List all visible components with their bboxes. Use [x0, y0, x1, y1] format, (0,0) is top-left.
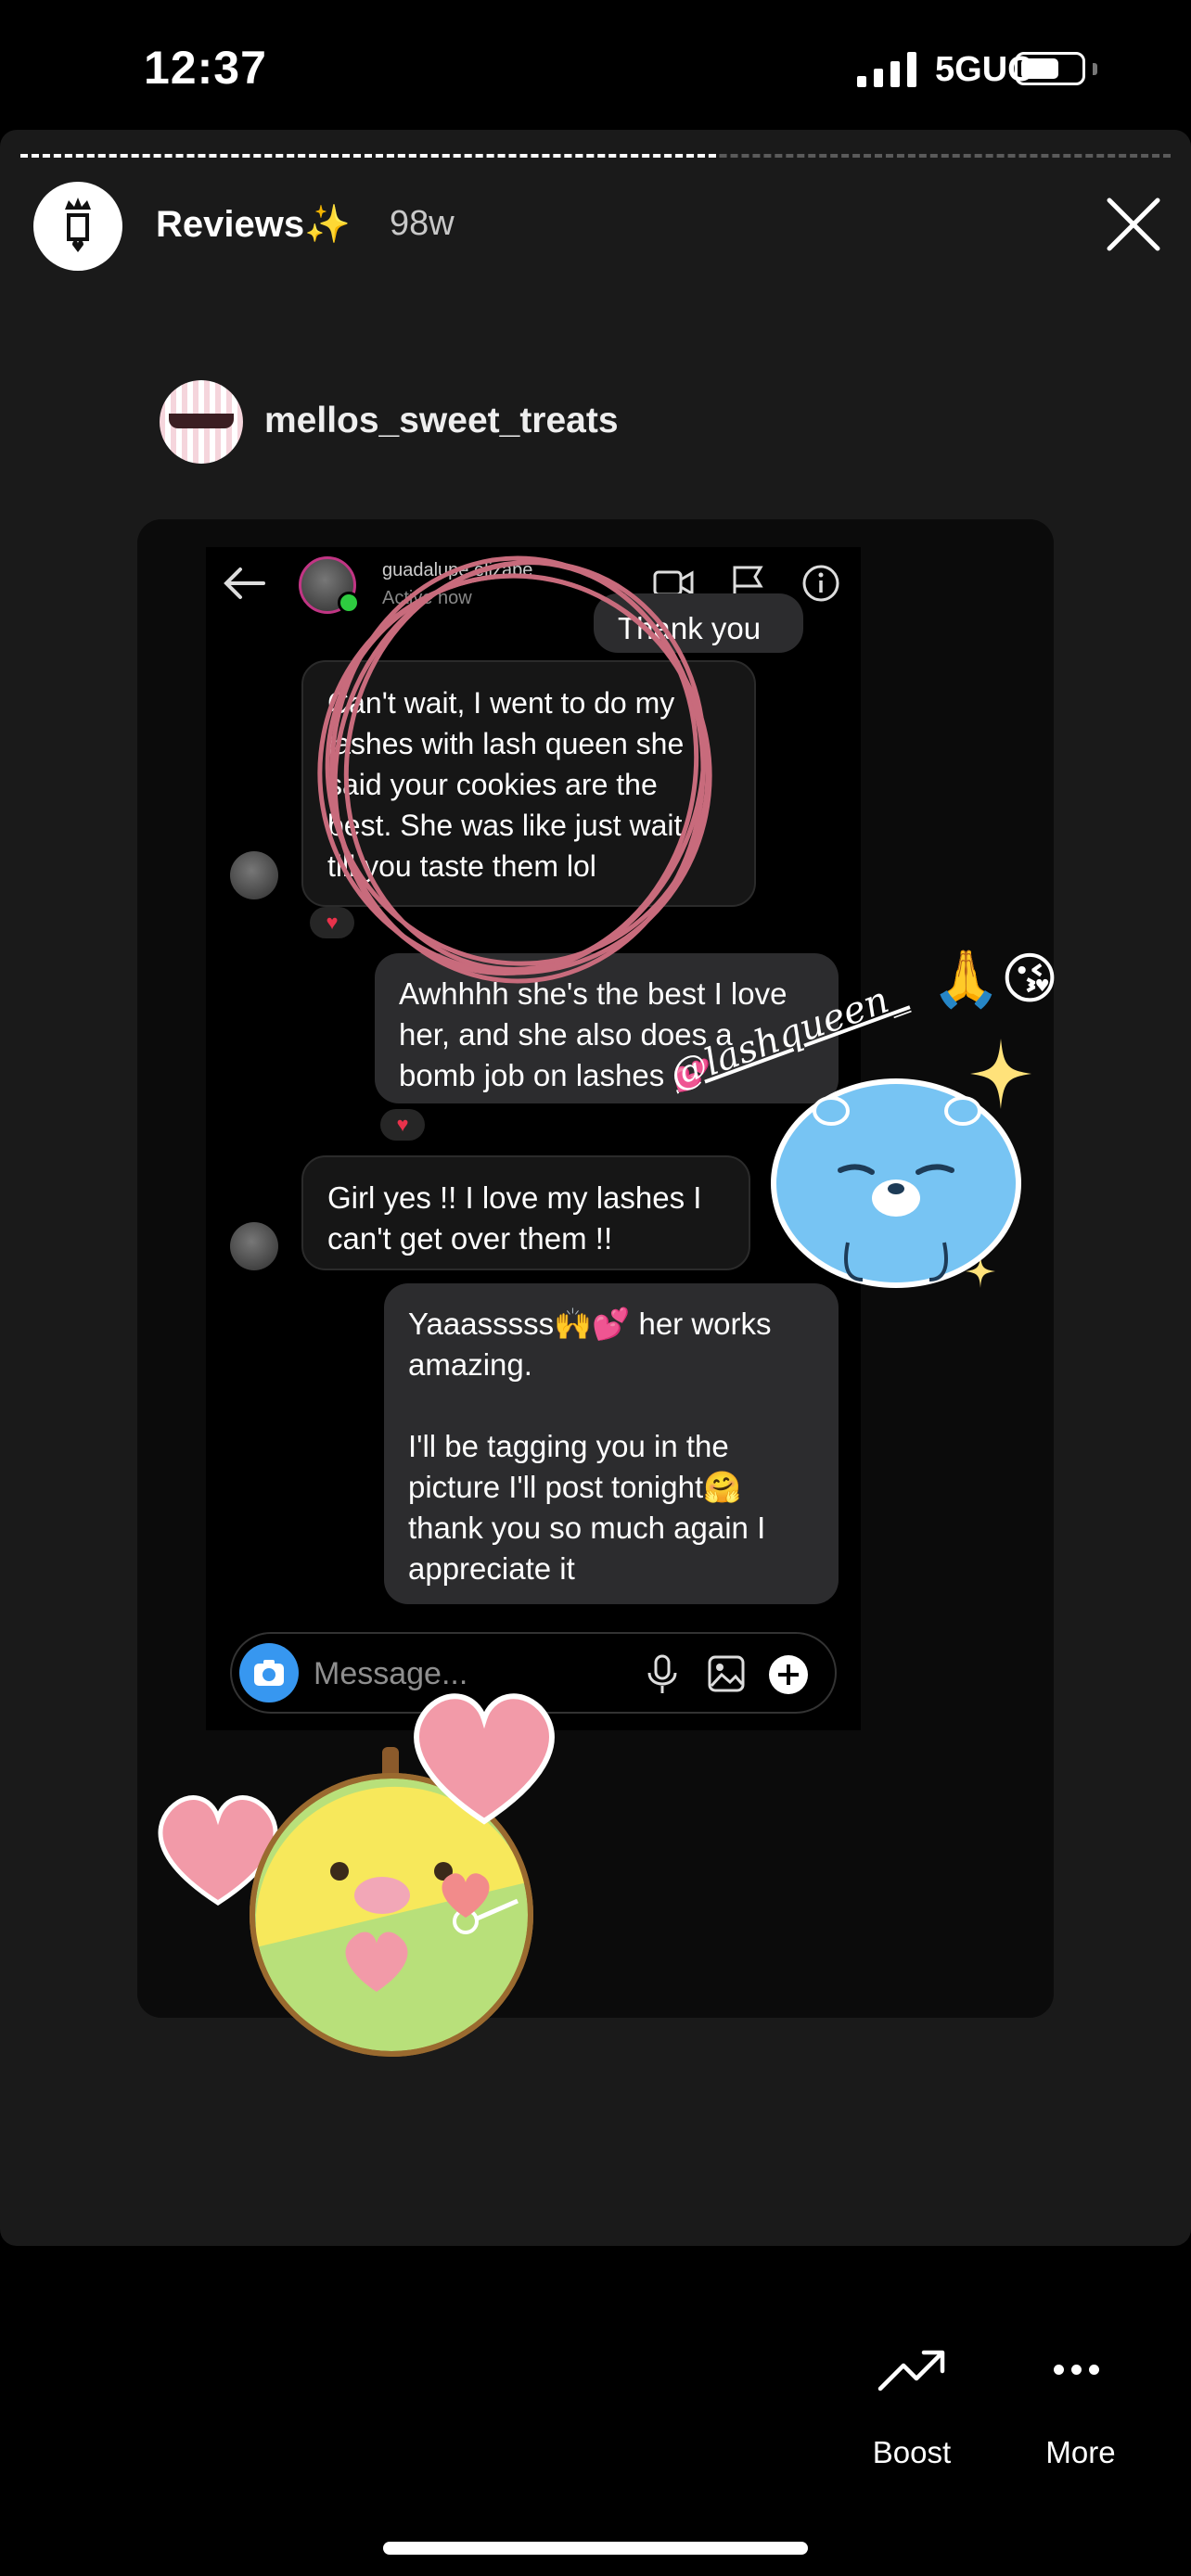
- microphone-icon: [644, 1652, 681, 1700]
- status-time: 12:37: [144, 42, 267, 94]
- gallery-icon: [707, 1654, 746, 1698]
- blue-seal-sticker: [766, 1074, 1026, 1294]
- highlight-avatar[interactable]: [33, 182, 122, 271]
- contact-mini-avatar: [230, 1222, 278, 1270]
- camera-icon: [239, 1643, 299, 1702]
- heart-icon: [436, 1866, 495, 1926]
- scribble-circle-icon: [278, 538, 761, 1006]
- contact-mini-avatar: [230, 851, 278, 899]
- story-age: 98w: [390, 204, 455, 243]
- emoji-sticker: 🙏😘: [931, 948, 1059, 1010]
- more-button[interactable]: More: [1030, 2435, 1132, 2470]
- heart-reaction-icon: ♥: [380, 1109, 425, 1141]
- boost-icon[interactable]: [877, 2348, 948, 2394]
- plus-circle-icon: [768, 1654, 809, 1700]
- boost-button[interactable]: Boost: [835, 2435, 989, 2470]
- lash-queen-logo-icon: [65, 198, 91, 252]
- close-icon[interactable]: [1104, 195, 1163, 254]
- more-icon[interactable]: [1054, 2365, 1100, 2376]
- post-avatar[interactable]: [160, 380, 243, 464]
- home-indicator[interactable]: [383, 2542, 808, 2555]
- heart-icon: [401, 1675, 568, 1833]
- heart-icon: [338, 1921, 416, 2000]
- message-bubble-incoming: Girl yes !! I love my lashes I can't get…: [301, 1155, 750, 1270]
- back-arrow-icon: [223, 566, 265, 606]
- story-title: Reviews✨: [156, 204, 351, 245]
- cellular-signal-icon: [857, 52, 920, 87]
- story-progress-fill: [20, 154, 716, 158]
- message-bubble-outgoing: Yaaasssss🙌💕 her works amazing. I'll be t…: [384, 1283, 839, 1604]
- info-icon: [801, 564, 840, 607]
- battery-tip: [1093, 63, 1097, 75]
- post-username[interactable]: mellos_sweet_treats: [264, 401, 619, 441]
- battery-icon: [1015, 52, 1085, 85]
